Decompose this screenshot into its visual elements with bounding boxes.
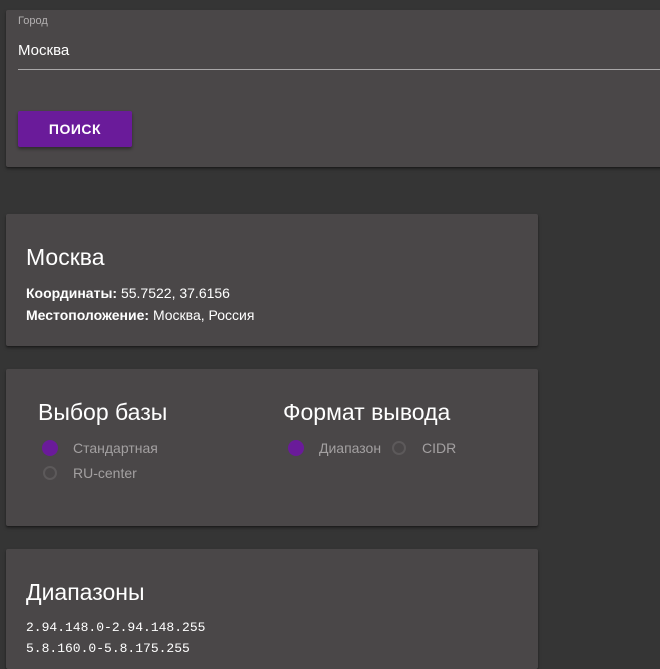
- radio-unchecked-icon: [392, 441, 406, 455]
- format-title: Формат вывода: [283, 399, 451, 425]
- city-field-label: Город: [18, 15, 48, 27]
- radio-database-ru-center[interactable]: RU-center: [42, 465, 137, 481]
- radio-label: RU-center: [73, 465, 137, 481]
- ranges-card: Диапазоны 2.94.148.0-2.94.148.255 5.8.16…: [6, 549, 538, 669]
- place-value: Москва, Россия: [152, 307, 255, 323]
- radio-label: CIDR: [422, 440, 457, 456]
- search-button[interactable]: ПОИСК: [18, 111, 132, 147]
- radio-checked-icon: [42, 440, 58, 456]
- range-item: 5.8.160.0-5.8.175.255: [26, 641, 190, 656]
- coordinates-label: Координаты: [26, 285, 113, 301]
- radio-format-range[interactable]: Диапазон: [288, 440, 381, 456]
- range-item: 2.94.148.0-2.94.148.255: [26, 620, 206, 635]
- location-card: Москва Координаты: 55.7522, 37.6156 Мест…: [6, 214, 538, 346]
- options-card: Выбор базы Стандартная RU-center Формат …: [6, 369, 538, 526]
- ranges-title: Диапазоны: [26, 579, 145, 605]
- city-input[interactable]: [18, 32, 660, 70]
- radio-unchecked-icon: [43, 466, 57, 480]
- place-line: Местоположение: Москва, Россия: [26, 307, 255, 323]
- radio-database-standard[interactable]: Стандартная: [42, 440, 158, 456]
- coordinates-line: Координаты: 55.7522, 37.6156: [26, 285, 230, 301]
- radio-label: Стандартная: [73, 440, 158, 456]
- place-label: Местоположение: [26, 307, 145, 323]
- database-title: Выбор базы: [38, 399, 168, 425]
- location-city-title: Москва: [26, 244, 105, 270]
- radio-label: Диапазон: [319, 440, 382, 456]
- coordinates-value: 55.7522, 37.6156: [120, 285, 230, 301]
- radio-checked-icon: [288, 440, 304, 456]
- search-card: Город ПОИСК: [6, 10, 660, 167]
- radio-format-cidr[interactable]: CIDR: [392, 440, 456, 456]
